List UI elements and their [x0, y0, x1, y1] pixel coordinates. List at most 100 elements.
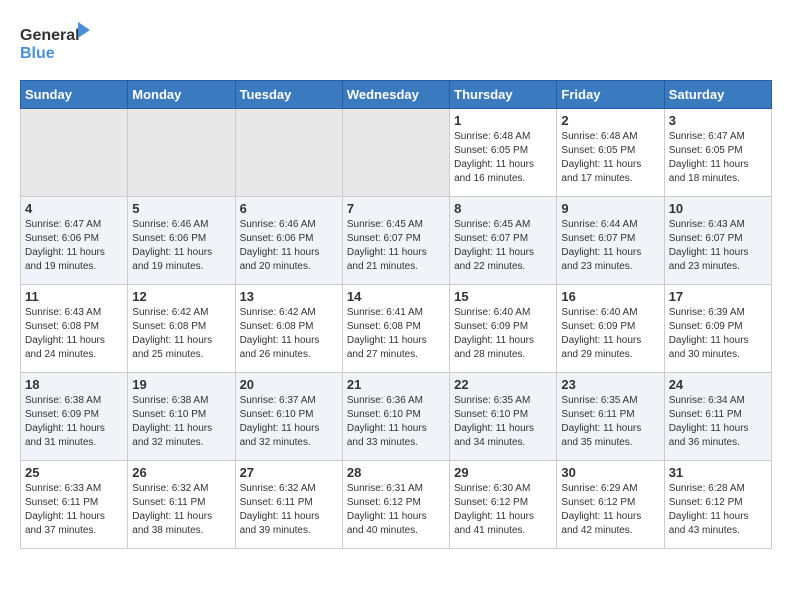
calendar-cell: 24Sunrise: 6:34 AMSunset: 6:11 PMDayligh…	[664, 373, 771, 461]
calendar-cell: 11Sunrise: 6:43 AMSunset: 6:08 PMDayligh…	[21, 285, 128, 373]
day-number: 20	[240, 377, 338, 392]
cell-content: Sunrise: 6:47 AMSunset: 6:06 PMDaylight:…	[25, 218, 123, 274]
day-number: 30	[561, 465, 659, 480]
day-of-week-header: Friday	[557, 81, 664, 109]
calendar-table: SundayMondayTuesdayWednesdayThursdayFrid…	[20, 80, 772, 549]
calendar-cell: 17 Sunrise: 6:39 AMSunset: 6:09 PMDayligh…	[664, 285, 771, 373]
day-number: 2	[561, 113, 659, 128]
cell-content: Sunrise: 6:41 AMSunset: 6:08 PMDaylight:…	[347, 306, 445, 362]
day-number: 10	[669, 201, 767, 216]
day-number: 13	[240, 289, 338, 304]
calendar-cell: 29Sunrise: 6:30 AMSunset: 6:12 PMDayligh…	[450, 461, 557, 549]
cell-content: Sunrise: 6:38 AMSunset: 6:10 PMDaylight:…	[132, 394, 230, 450]
cell-content: Sunrise: 6:35 AMSunset: 6:11 PMDaylight:…	[561, 394, 659, 450]
day-number: 18	[25, 377, 123, 392]
cell-content: Sunrise: 6:35 AMSunset: 6:10 PMDaylight:…	[454, 394, 552, 450]
cell-content: Sunrise: 6:47 AMSunset: 6:05 PMDaylight:…	[669, 130, 767, 186]
calendar-week-row: 4 Sunrise: 6:47 AMSunset: 6:06 PMDaylight…	[21, 197, 772, 285]
svg-text:General: General	[20, 27, 80, 44]
day-of-week-header: Wednesday	[342, 81, 449, 109]
cell-content: Sunrise: 6:42 AMSunset: 6:08 PMDaylight:…	[132, 306, 230, 362]
day-number: 3	[669, 113, 767, 128]
calendar-cell: 23 Sunrise: 6:35 AMSunset: 6:11 PMDayligh…	[557, 373, 664, 461]
cell-content: Sunrise: 6:32 AMSunset: 6:11 PMDaylight:…	[240, 482, 338, 538]
cell-content: Sunrise: 6:43 AMSunset: 6:08 PMDaylight:…	[25, 306, 123, 362]
day-number: 9	[561, 201, 659, 216]
day-number: 6	[240, 201, 338, 216]
calendar-cell: 1 Sunrise: 6:48 AMSunset: 6:05 PMDaylight…	[450, 109, 557, 197]
cell-content: Sunrise: 6:48 AMSunset: 6:05 PMDaylight:…	[561, 130, 659, 186]
cell-content: Sunrise: 6:48 AMSunset: 6:05 PMDaylight:…	[454, 130, 552, 186]
calendar-cell: 14 Sunrise: 6:41 AMSunset: 6:08 PMDayligh…	[342, 285, 449, 373]
day-number: 1	[454, 113, 552, 128]
calendar-week-row: 1 Sunrise: 6:48 AMSunset: 6:05 PMDaylight…	[21, 109, 772, 197]
cell-content: Sunrise: 6:31 AMSunset: 6:12 PMDaylight:…	[347, 482, 445, 538]
cell-content: Sunrise: 6:42 AMSunset: 6:08 PMDaylight:…	[240, 306, 338, 362]
calendar-cell: 8 Sunrise: 6:45 AMSunset: 6:07 PMDaylight…	[450, 197, 557, 285]
cell-content: Sunrise: 6:45 AMSunset: 6:07 PMDaylight:…	[347, 218, 445, 274]
day-number: 29	[454, 465, 552, 480]
day-number: 27	[240, 465, 338, 480]
cell-content: Sunrise: 6:29 AMSunset: 6:12 PMDaylight:…	[561, 482, 659, 538]
calendar-cell: 3 Sunrise: 6:47 AMSunset: 6:05 PMDaylight…	[664, 109, 771, 197]
calendar-week-row: 11Sunrise: 6:43 AMSunset: 6:08 PMDayligh…	[21, 285, 772, 373]
day-number: 26	[132, 465, 230, 480]
cell-content: Sunrise: 6:38 AMSunset: 6:09 PMDaylight:…	[25, 394, 123, 450]
cell-content: Sunrise: 6:40 AMSunset: 6:09 PMDaylight:…	[561, 306, 659, 362]
calendar-cell: 28 Sunrise: 6:31 AMSunset: 6:12 PMDayligh…	[342, 461, 449, 549]
calendar-cell	[235, 109, 342, 197]
calendar-cell	[21, 109, 128, 197]
cell-content: Sunrise: 6:39 AMSunset: 6:09 PMDaylight:…	[669, 306, 767, 362]
calendar-cell: 19 Sunrise: 6:38 AMSunset: 6:10 PMDayligh…	[128, 373, 235, 461]
day-of-week-header: Monday	[128, 81, 235, 109]
calendar-cell: 7 Sunrise: 6:45 AMSunset: 6:07 PMDaylight…	[342, 197, 449, 285]
day-number: 14	[347, 289, 445, 304]
cell-content: Sunrise: 6:32 AMSunset: 6:11 PMDaylight:…	[132, 482, 230, 538]
cell-content: Sunrise: 6:43 AMSunset: 6:07 PMDaylight:…	[669, 218, 767, 274]
logo: GeneralBlue	[20, 20, 100, 64]
calendar-cell: 12 Sunrise: 6:42 AMSunset: 6:08 PMDayligh…	[128, 285, 235, 373]
calendar-cell: 13 Sunrise: 6:42 AMSunset: 6:08 PMDayligh…	[235, 285, 342, 373]
day-number: 5	[132, 201, 230, 216]
calendar-cell: 27 Sunrise: 6:32 AMSunset: 6:11 PMDayligh…	[235, 461, 342, 549]
calendar-cell: 6 Sunrise: 6:46 AMSunset: 6:06 PMDaylight…	[235, 197, 342, 285]
day-number: 23	[561, 377, 659, 392]
day-number: 19	[132, 377, 230, 392]
cell-content: Sunrise: 6:37 AMSunset: 6:10 PMDaylight:…	[240, 394, 338, 450]
cell-content: Sunrise: 6:44 AMSunset: 6:07 PMDaylight:…	[561, 218, 659, 274]
day-number: 22	[454, 377, 552, 392]
day-number: 4	[25, 201, 123, 216]
day-number: 12	[132, 289, 230, 304]
cell-content: Sunrise: 6:46 AMSunset: 6:06 PMDaylight:…	[240, 218, 338, 274]
cell-content: Sunrise: 6:46 AMSunset: 6:06 PMDaylight:…	[132, 218, 230, 274]
calendar-cell: 15Sunrise: 6:40 AMSunset: 6:09 PMDayligh…	[450, 285, 557, 373]
day-of-week-header: Sunday	[21, 81, 128, 109]
day-number: 25	[25, 465, 123, 480]
day-number: 7	[347, 201, 445, 216]
calendar-cell	[128, 109, 235, 197]
cell-content: Sunrise: 6:36 AMSunset: 6:10 PMDaylight:…	[347, 394, 445, 450]
day-of-week-header: Tuesday	[235, 81, 342, 109]
cell-content: Sunrise: 6:33 AMSunset: 6:11 PMDaylight:…	[25, 482, 123, 538]
calendar-cell: 22 Sunrise: 6:35 AMSunset: 6:10 PMDayligh…	[450, 373, 557, 461]
calendar-week-row: 25 Sunrise: 6:33 AMSunset: 6:11 PMDayligh…	[21, 461, 772, 549]
cell-content: Sunrise: 6:45 AMSunset: 6:07 PMDaylight:…	[454, 218, 552, 274]
cell-content: Sunrise: 6:28 AMSunset: 6:12 PMDaylight:…	[669, 482, 767, 538]
day-of-week-header: Thursday	[450, 81, 557, 109]
calendar-cell: 4 Sunrise: 6:47 AMSunset: 6:06 PMDaylight…	[21, 197, 128, 285]
day-number: 28	[347, 465, 445, 480]
cell-content: Sunrise: 6:34 AMSunset: 6:11 PMDaylight:…	[669, 394, 767, 450]
calendar-cell: 16Sunrise: 6:40 AMSunset: 6:09 PMDayligh…	[557, 285, 664, 373]
day-number: 17	[669, 289, 767, 304]
calendar-cell: 21 Sunrise: 6:36 AMSunset: 6:10 PMDayligh…	[342, 373, 449, 461]
day-number: 8	[454, 201, 552, 216]
calendar-header-row: SundayMondayTuesdayWednesdayThursdayFrid…	[21, 81, 772, 109]
calendar-cell: 26 Sunrise: 6:32 AMSunset: 6:11 PMDayligh…	[128, 461, 235, 549]
calendar-cell: 25 Sunrise: 6:33 AMSunset: 6:11 PMDayligh…	[21, 461, 128, 549]
calendar-week-row: 18 Sunrise: 6:38 AMSunset: 6:09 PMDayligh…	[21, 373, 772, 461]
calendar-cell: 9 Sunrise: 6:44 AMSunset: 6:07 PMDaylight…	[557, 197, 664, 285]
day-number: 21	[347, 377, 445, 392]
calendar-cell: 10 Sunrise: 6:43 AMSunset: 6:07 PMDayligh…	[664, 197, 771, 285]
cell-content: Sunrise: 6:40 AMSunset: 6:09 PMDaylight:…	[454, 306, 552, 362]
calendar-cell: 31Sunrise: 6:28 AMSunset: 6:12 PMDayligh…	[664, 461, 771, 549]
